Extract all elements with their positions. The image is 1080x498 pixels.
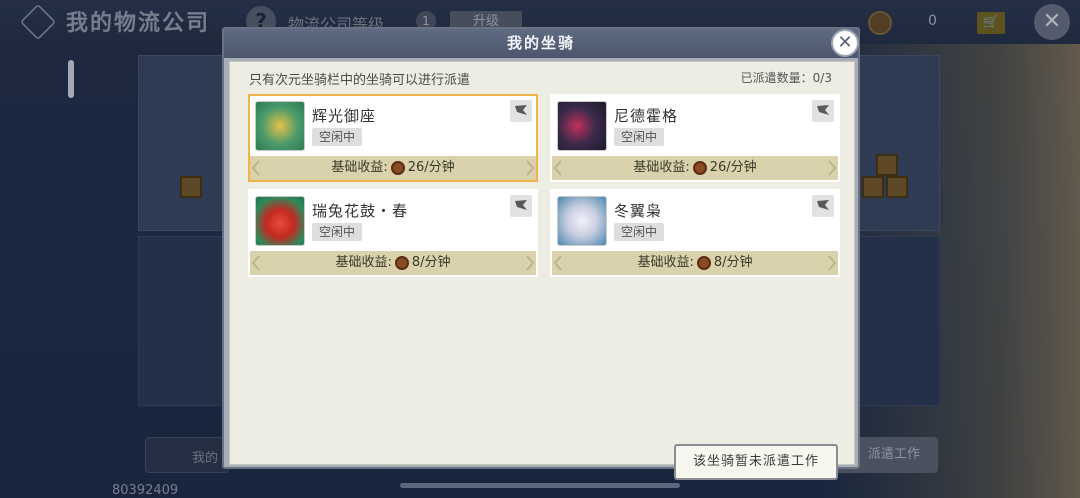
mount-name: 冬翼枭: [614, 202, 663, 220]
income-value: 8/分钟: [713, 255, 753, 270]
income-label: 基础收益:: [637, 255, 694, 270]
coin-icon: [692, 161, 707, 175]
income-bar: 基础收益: 26/分钟: [250, 156, 536, 180]
income-bar: 基础收益: 8/分钟: [552, 251, 838, 275]
dispatch-flag-icon[interactable]: [812, 100, 834, 122]
dispatch-flag-icon[interactable]: [510, 195, 532, 217]
coin-icon: [696, 256, 711, 270]
dispatch-count: 已派遣数量：0/3: [740, 71, 832, 85]
mount-status: 空闲中: [312, 128, 363, 146]
dispatch-status-button[interactable]: 该坐骑暂未派遣工作: [674, 444, 838, 480]
chevron-right-icon: [828, 255, 837, 271]
bottom-scrollbar[interactable]: [400, 483, 680, 488]
coin-icon: [390, 161, 405, 175]
income-label: 基础收益:: [633, 160, 690, 175]
dispatch-flag-icon[interactable]: [812, 195, 834, 217]
mount-name: 辉光御座: [312, 107, 377, 125]
mount-status: 空闲中: [614, 128, 665, 146]
mount-thumbnail: [557, 101, 607, 151]
mount-name: 尼德霍格: [614, 107, 679, 125]
dialog-body: 只有次元坐骑栏中的坐骑可以进行派遣 已派遣数量：0/3 辉光御座 空闲中 基础收…: [229, 61, 855, 480]
chevron-right-icon: [526, 255, 535, 271]
dialog-title: 我的坐骑: [224, 29, 858, 58]
income-bar: 基础收益: 26/分钟: [552, 156, 838, 180]
mount-status: 空闲中: [614, 223, 665, 241]
mount-card[interactable]: 冬翼枭 空闲中 基础收益: 8/分钟: [550, 189, 840, 277]
dispatch-flag-icon[interactable]: [510, 100, 532, 122]
income-label: 基础收益:: [331, 160, 388, 175]
mount-card[interactable]: 尼德霍格 空闲中 基础收益: 26/分钟: [550, 94, 840, 182]
mount-status: 空闲中: [312, 223, 363, 241]
income-label: 基础收益:: [335, 255, 392, 270]
close-dialog-button[interactable]: ✕: [831, 29, 859, 57]
income-value: 8/分钟: [411, 255, 451, 270]
coin-icon: [394, 256, 409, 270]
mount-thumbnail: [255, 196, 305, 246]
mount-card[interactable]: 辉光御座 空闲中 基础收益: 26/分钟: [248, 94, 538, 182]
dispatch-hint: 只有次元坐骑栏中的坐骑可以进行派遣: [249, 73, 471, 88]
income-value: 26/分钟: [709, 160, 757, 175]
chevron-right-icon: [828, 160, 837, 176]
mount-name: 瑞兔花鼓・春: [312, 202, 409, 220]
income-bar: 基础收益: 8/分钟: [250, 251, 536, 275]
mount-thumbnail: [255, 101, 305, 151]
income-value: 26/分钟: [407, 160, 455, 175]
mount-card[interactable]: 瑞兔花鼓・春 空闲中 基础收益: 8/分钟: [248, 189, 538, 277]
chevron-right-icon: [526, 160, 535, 176]
my-mounts-dialog: 我的坐骑 ✕ 只有次元坐骑栏中的坐骑可以进行派遣 已派遣数量：0/3 辉光御座 …: [222, 27, 860, 480]
mount-thumbnail: [557, 196, 607, 246]
